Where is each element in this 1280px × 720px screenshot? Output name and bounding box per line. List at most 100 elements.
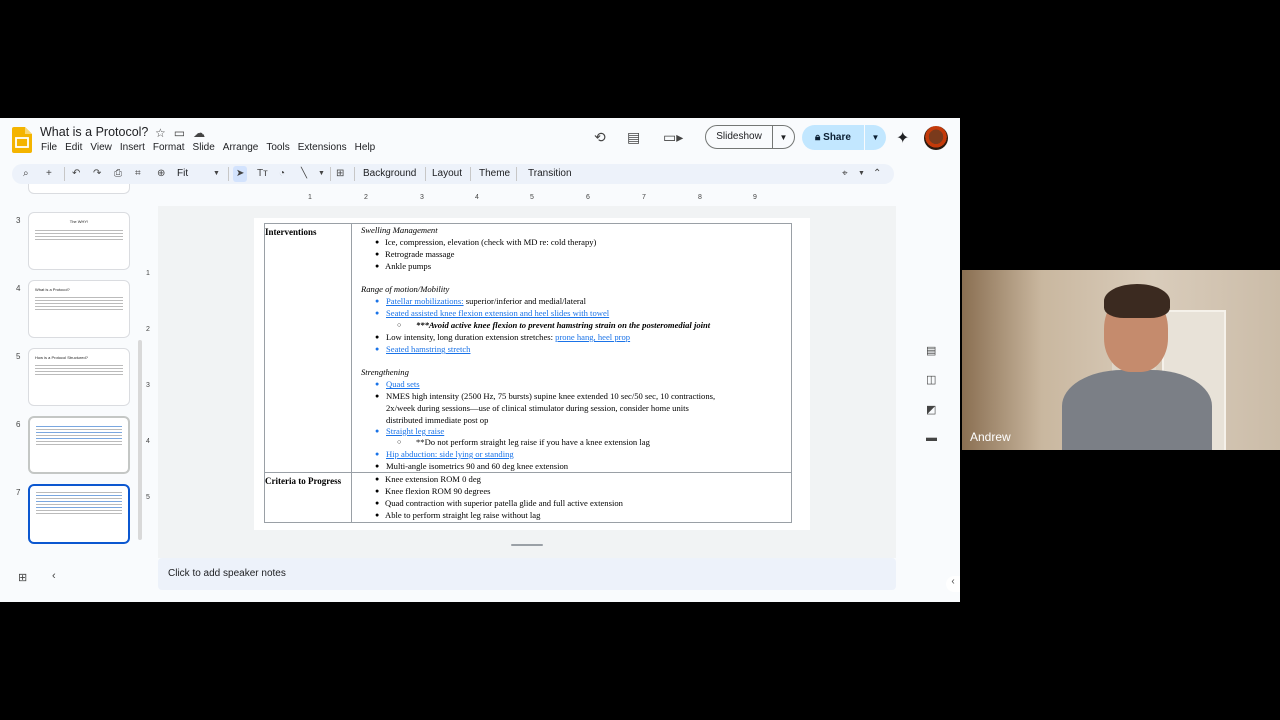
menu-edit[interactable]: Edit xyxy=(65,142,82,153)
link[interactable]: Patellar mobilizations: xyxy=(386,296,464,306)
menu-help[interactable]: Help xyxy=(355,142,376,153)
move-folder-icon[interactable]: ▭ xyxy=(174,126,185,140)
list-item[interactable]: Patellar mobilizations: superior/inferio… xyxy=(386,295,586,307)
list-item[interactable]: Ankle pumps xyxy=(385,260,431,272)
expand-side-panel-icon[interactable]: ‹ xyxy=(946,576,960,592)
menu-view[interactable]: View xyxy=(90,142,112,153)
chevron-down-icon[interactable]: ▼ xyxy=(318,170,325,177)
collapse-filmstrip-icon[interactable]: ‹ xyxy=(52,570,56,582)
collapse-toolbar-icon[interactable]: ⌃ xyxy=(873,168,881,179)
slide-thumbnail-2[interactable] xyxy=(28,184,130,194)
chevron-down-icon[interactable]: ▼ xyxy=(773,133,794,142)
ruler-tick: 2 xyxy=(146,326,150,333)
layout-button[interactable]: Layout xyxy=(432,168,462,179)
link[interactable]: Seated hamstring stretch xyxy=(386,343,470,355)
background-button[interactable]: Background xyxy=(363,168,416,179)
slide-canvas[interactable]: Interventions Swelling Management ● Ice,… xyxy=(158,206,896,558)
list-item[interactable]: Able to perform straight leg raise witho… xyxy=(385,509,540,521)
line-icon[interactable]: ╲ xyxy=(301,168,307,179)
menu-format[interactable]: Format xyxy=(153,142,185,153)
bullet-icon: ● xyxy=(375,487,380,495)
chevron-down-icon[interactable]: ▼ xyxy=(858,170,865,177)
list-item[interactable]: **Do not perform straight leg raise if y… xyxy=(416,436,650,448)
slide-page[interactable]: Interventions Swelling Management ● Ice,… xyxy=(254,218,810,530)
share-button[interactable]: 🔒︎ Share ▼ xyxy=(802,125,886,150)
list-item[interactable]: Knee extension ROM 0 deg xyxy=(385,473,481,485)
section-heading[interactable]: Strengthening xyxy=(361,366,409,378)
table-row[interactable]: Interventions Swelling Management ● Ice,… xyxy=(265,224,791,473)
theme-button[interactable]: Theme xyxy=(479,168,510,179)
list-item[interactable]: NMES high intensity (2500 Hz, 75 bursts)… xyxy=(386,390,715,402)
list-item[interactable]: Knee flexion ROM 90 degrees xyxy=(385,485,490,497)
text-box-icon[interactable]: Tт xyxy=(257,168,268,179)
speaker-notes[interactable]: Click to add speaker notes xyxy=(158,558,896,590)
keep-icon[interactable]: ◫ xyxy=(926,373,936,386)
insert-comment-icon[interactable]: ⊞ xyxy=(336,168,344,179)
slide-thumbnail-7[interactable] xyxy=(28,484,130,544)
folder-icon[interactable]: ▬ xyxy=(926,432,937,444)
menu-insert[interactable]: Insert xyxy=(120,142,145,153)
menu-extensions[interactable]: Extensions xyxy=(298,142,347,153)
zoom-select[interactable]: Fit xyxy=(177,168,188,179)
edit-mode-icon[interactable]: ⌖ xyxy=(842,168,848,179)
redo-icon[interactable]: ↷ xyxy=(93,168,101,179)
list-item[interactable]: Quad contraction with superior patella g… xyxy=(385,497,623,509)
list-item[interactable]: Retrograde massage xyxy=(385,248,454,260)
filmstrip-scrollbar[interactable] xyxy=(138,340,142,540)
zoom-icon[interactable]: ⊕ xyxy=(157,168,165,179)
link[interactable]: Seated assisted knee flexion extension a… xyxy=(386,307,609,319)
print-icon[interactable]: ⎙ xyxy=(114,168,122,179)
search-icon[interactable]: ⌕ xyxy=(23,168,29,179)
link[interactable]: prone hang, heel prop xyxy=(555,332,630,342)
list-item[interactable]: Low intensity, long duration extension s… xyxy=(386,331,630,343)
comment-icon[interactable]: ▤ xyxy=(627,129,640,146)
link[interactable]: Quad sets xyxy=(386,378,420,390)
cloud-status-icon[interactable]: ☁ xyxy=(193,126,205,140)
protocol-table[interactable]: Interventions Swelling Management ● Ice,… xyxy=(264,223,792,523)
select-cursor-icon[interactable]: ➤ xyxy=(233,166,248,182)
new-slide-icon[interactable]: + xyxy=(46,168,52,179)
row-header[interactable]: Criteria to Progress xyxy=(265,473,345,487)
list-item-text: superior/inferior and medial/lateral xyxy=(463,296,586,306)
slide-thumbnail-5[interactable]: How is a Protocol Structured? xyxy=(28,348,130,406)
chevron-down-icon[interactable]: ▼ xyxy=(213,170,220,177)
paint-format-icon[interactable]: ⌗ xyxy=(135,168,141,179)
gemini-sparkle-icon[interactable]: ✦ xyxy=(896,128,909,148)
link[interactable]: Hip abduction: side lying or standing xyxy=(386,448,514,460)
notes-resize-handle[interactable] xyxy=(511,544,543,546)
transition-button[interactable]: Transition xyxy=(528,168,572,179)
slide-thumbnail-4[interactable]: What is a Protocol? xyxy=(28,280,130,338)
grid-view-icon[interactable]: ⊞ xyxy=(18,571,27,584)
section-heading[interactable]: Range of motion/Mobility xyxy=(361,283,449,295)
menu-slide[interactable]: Slide xyxy=(193,142,215,153)
document-title[interactable]: What is a Protocol? xyxy=(40,125,148,139)
slides-logo-icon[interactable] xyxy=(12,127,32,153)
menu-arrange[interactable]: Arrange xyxy=(223,142,259,153)
menu-tools[interactable]: Tools xyxy=(266,142,289,153)
slide-thumbnail-6[interactable] xyxy=(28,416,130,474)
bullet-icon: ● xyxy=(375,297,380,305)
undo-icon[interactable]: ↶ xyxy=(72,168,80,179)
calendar-icon[interactable]: ▤ xyxy=(926,344,936,357)
meet-video-icon[interactable]: ▭▸ xyxy=(663,129,683,146)
row-header[interactable]: Interventions xyxy=(265,224,351,237)
list-item[interactable]: ***Avoid active knee flexion to prevent … xyxy=(416,319,710,331)
table-row[interactable]: Criteria to Progress ● Knee extension RO… xyxy=(265,473,791,522)
ruler-tick: 7 xyxy=(642,194,646,201)
thumbnail-title: How is a Protocol Structured? xyxy=(35,355,88,360)
list-item[interactable]: Multi-angle isometrics 90 and 60 deg kne… xyxy=(386,460,568,472)
list-item-continuation[interactable]: 2x/week during sessions—use of clinical … xyxy=(386,402,689,414)
shape-icon[interactable]: ◔ xyxy=(279,168,285,179)
section-heading[interactable]: Swelling Management xyxy=(361,224,438,236)
account-avatar[interactable] xyxy=(924,126,948,150)
history-icon[interactable]: ⟲ xyxy=(594,129,606,146)
share-label[interactable]: 🔒︎ Share xyxy=(802,125,865,150)
menu-file[interactable]: File xyxy=(41,142,57,153)
slideshow-label[interactable]: Slideshow xyxy=(706,126,773,148)
slide-thumbnail-3[interactable]: The WHY! xyxy=(28,212,130,270)
tasks-icon[interactable]: ◩ xyxy=(926,403,936,416)
star-icon[interactable]: ☆ xyxy=(155,126,166,140)
list-item[interactable]: Ice, compression, elevation (check with … xyxy=(385,236,596,248)
chevron-down-icon[interactable]: ▼ xyxy=(865,133,886,142)
slideshow-button[interactable]: Slideshow ▼ xyxy=(705,125,795,149)
